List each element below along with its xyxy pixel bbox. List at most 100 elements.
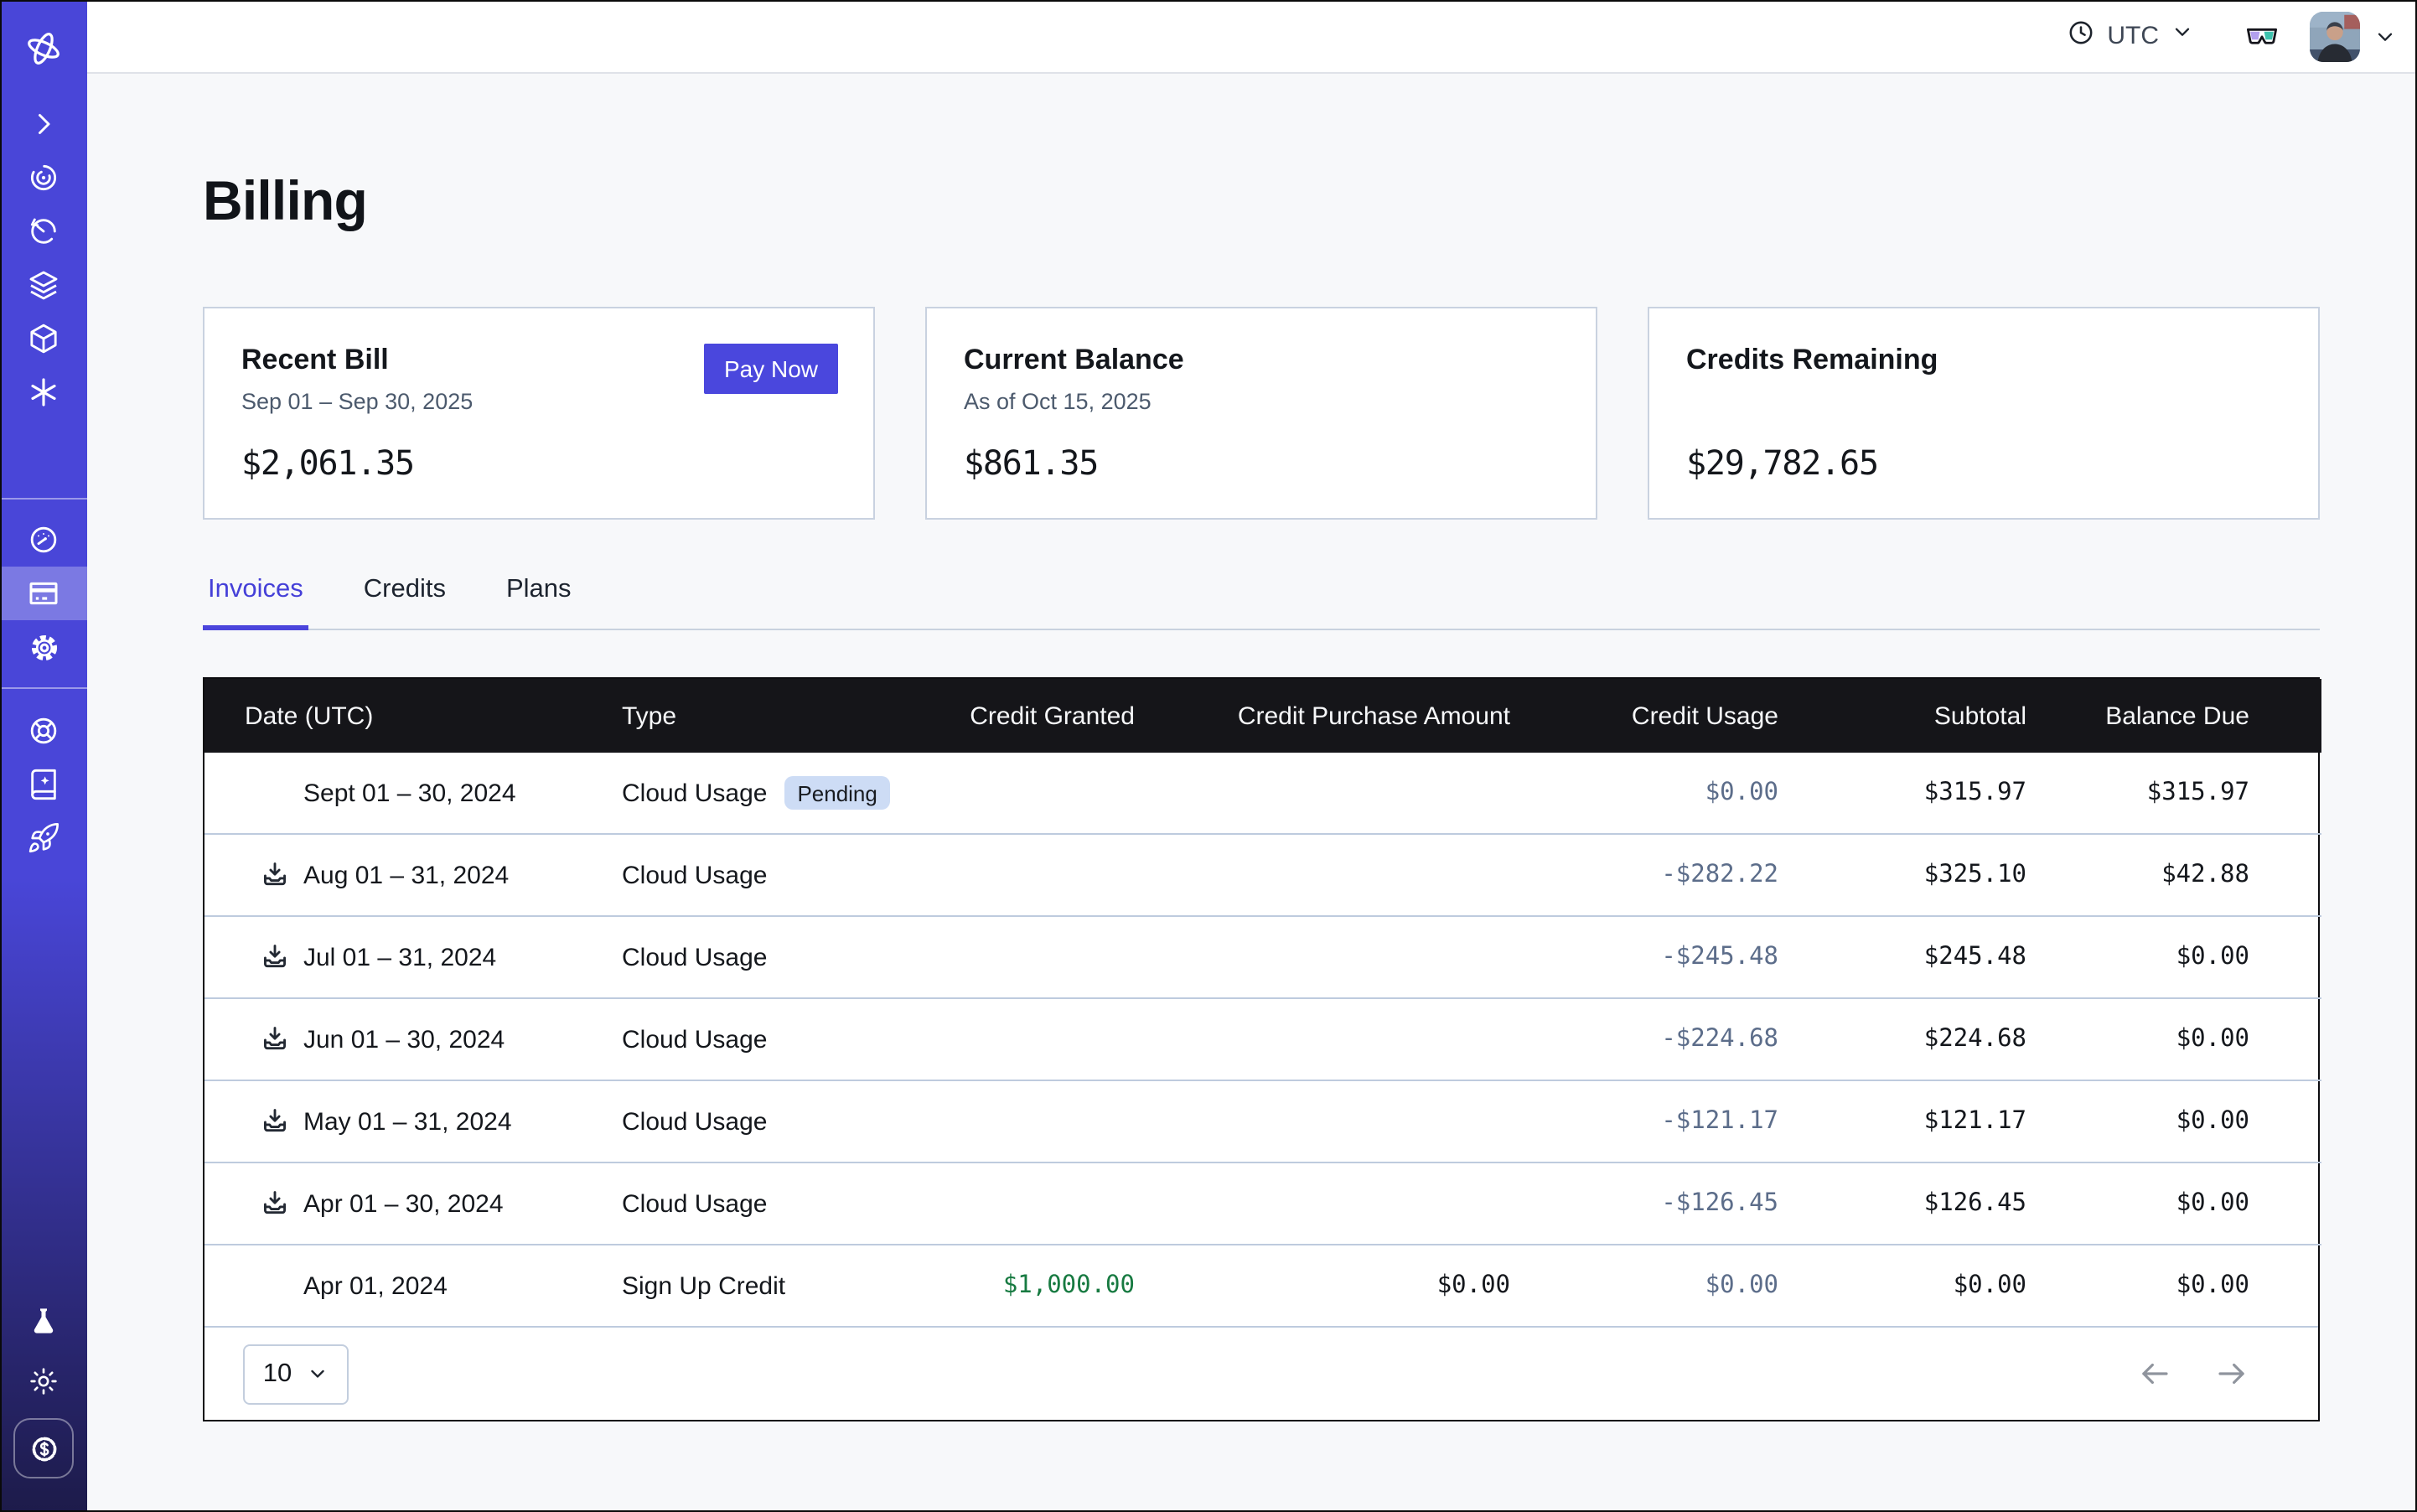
credit-purchase-amount: [1135, 1080, 1510, 1162]
download-invoice-icon[interactable]: [260, 942, 290, 972]
credit-granted: [934, 1080, 1135, 1162]
download-invoice-icon[interactable]: [260, 860, 290, 890]
credit-granted: $1,000.00: [934, 1245, 1135, 1326]
invoice-table-head: Date (UTC)TypeCredit GrantedCredit Purch…: [204, 679, 2321, 753]
sidebar-item-theme[interactable]: [0, 1354, 87, 1408]
page-size-value: 10: [263, 1359, 292, 1389]
table-row: Jun 01 – 30, 2024Cloud Usage-$224.68$224…: [204, 998, 2321, 1080]
balance-due: $0.00: [2026, 998, 2321, 1080]
sidebar-item-quickstart[interactable]: [0, 811, 87, 865]
sidebar-item-cube[interactable]: [0, 312, 87, 365]
invoice-date: Aug 01 – 31, 2024: [303, 861, 509, 889]
credit-granted: [934, 753, 1135, 834]
current-balance-asof: As of Oct 15, 2025: [964, 389, 1559, 414]
column-header: Subtotal: [1778, 679, 2026, 753]
invoice-type: Cloud Usage: [622, 861, 767, 889]
credit-granted: [934, 834, 1135, 916]
credit-usage: -$245.48: [1510, 916, 1778, 998]
invoice-date: Sept 01 – 30, 2024: [303, 779, 516, 807]
download-invoice-icon[interactable]: [260, 1024, 290, 1054]
summary-cards: Recent Bill Sep 01 – Sep 30, 2025 $2,061…: [203, 307, 2320, 520]
recent-bill-card: Recent Bill Sep 01 – Sep 30, 2025 $2,061…: [203, 307, 875, 520]
sidebar-item-support[interactable]: [0, 704, 87, 758]
3d-glasses-icon[interactable]: [2244, 18, 2280, 54]
column-header: Date (UTC): [204, 679, 622, 753]
sidebar-item-labs[interactable]: [0, 1296, 87, 1349]
invoice-type: Cloud Usage: [622, 779, 767, 807]
credit-usage: -$224.68: [1510, 998, 1778, 1080]
subtotal: $325.10: [1778, 834, 2026, 916]
download-invoice-icon[interactable]: [260, 1188, 290, 1219]
credit-purchase-amount: [1135, 1162, 1510, 1245]
clock-icon: [2067, 18, 2095, 54]
credit-granted: [934, 916, 1135, 998]
account-menu-chevron-icon[interactable]: [2373, 24, 2397, 48]
tab-credits[interactable]: Credits: [359, 575, 451, 630]
next-page-button[interactable]: [2211, 1354, 2251, 1394]
previous-page-button[interactable]: [2134, 1354, 2174, 1394]
tab-invoices[interactable]: Invoices: [203, 575, 308, 630]
sidebar-item-history[interactable]: [0, 205, 87, 258]
subtotal: $224.68: [1778, 998, 2026, 1080]
page-size-select[interactable]: 10: [243, 1344, 349, 1404]
invoice-date: May 01 – 31, 2024: [303, 1107, 512, 1136]
table-row: Aug 01 – 31, 2024 Cloud Usage -$282.22$325…: [204, 834, 2321, 916]
table-row: Apr 01 – 30, 2024Cloud Usage-$126.45$126…: [204, 1162, 2321, 1245]
subtotal: $0.00: [1778, 1245, 2026, 1326]
invoice-date: Jul 01 – 31, 2024: [303, 943, 496, 971]
sidebar-credits-badge-button[interactable]: [13, 1418, 74, 1478]
column-header: Type: [622, 679, 934, 753]
app-logo-icon[interactable]: [0, 0, 87, 97]
credit-purchase-amount: [1135, 916, 1510, 998]
subtotal: $245.48: [1778, 916, 2026, 998]
sidebar-item-usage[interactable]: [0, 513, 87, 567]
subtotal: $126.45: [1778, 1162, 2026, 1245]
invoice-date: Apr 01, 2024: [303, 1271, 448, 1300]
sidebar-item-layers[interactable]: [0, 258, 87, 312]
credit-purchase-amount: [1135, 834, 1510, 916]
user-avatar[interactable]: [2310, 11, 2360, 61]
balance-due: $0.00: [2026, 1080, 2321, 1162]
sidebar: [0, 0, 87, 1512]
table-row: Apr 01, 2024Sign Up Credit$1,000.00$0.00…: [204, 1245, 2321, 1326]
sidebar-divider: [0, 498, 87, 500]
sidebar-item-docs[interactable]: [0, 758, 87, 811]
page-title: Billing: [203, 169, 2417, 233]
invoice-type: Cloud Usage: [622, 943, 767, 971]
table-footer: 10: [204, 1326, 2318, 1420]
invoice-date: Apr 01 – 30, 2024: [303, 1189, 504, 1218]
sidebar-spacer: [0, 865, 87, 1296]
balance-due: $315.97: [2026, 753, 2321, 834]
pay-now-button[interactable]: Pay Now: [704, 344, 838, 394]
sidebar-divider: [0, 687, 87, 689]
balance-due: $0.00: [2026, 916, 2321, 998]
sidebar-item-settings[interactable]: [0, 620, 87, 674]
invoices-table: Date (UTC)TypeCredit GrantedCredit Purch…: [203, 677, 2320, 1421]
timezone-label: UTC: [2107, 22, 2159, 50]
download-invoice-icon[interactable]: [260, 1106, 290, 1137]
invoice-table-body: Sept 01 – 30, 2024 Cloud Usage Pending $0.0…: [204, 753, 2321, 1326]
current-balance-title: Current Balance: [964, 344, 1559, 377]
credits-remaining-title: Credits Remaining: [1686, 344, 2281, 377]
sidebar-expand-icon[interactable]: [0, 97, 87, 151]
invoice-type: Cloud Usage: [622, 1107, 767, 1136]
table-row: Sept 01 – 30, 2024Cloud UsagePending$0.0…: [204, 753, 2321, 834]
credits-remaining-card: Credits Remaining $29,782.65: [1648, 307, 2320, 520]
column-header: Credit Granted: [934, 679, 1135, 753]
table-row: May 01 – 31, 2024Cloud Usage-$121.17$121…: [204, 1080, 2321, 1162]
timezone-selector[interactable]: UTC: [2067, 18, 2194, 54]
sidebar-item-services[interactable]: [0, 365, 87, 419]
credit-usage: $0.00: [1510, 1245, 1778, 1326]
status-badge: Pending: [784, 776, 890, 810]
chevron-down-icon: [2171, 20, 2194, 52]
credit-usage: -$282.22: [1510, 834, 1778, 916]
sidebar-item-monitor[interactable]: [0, 151, 87, 205]
billing-tabs: Invoices Credits Plans: [203, 575, 2320, 630]
topbar: UTC: [87, 0, 2417, 74]
pagination-controls: [2134, 1354, 2251, 1394]
invoice-date: Jun 01 – 30, 2024: [303, 1025, 505, 1054]
tab-plans[interactable]: Plans: [501, 575, 577, 630]
sidebar-item-billing[interactable]: [0, 567, 87, 620]
current-balance-card: Current Balance As of Oct 15, 2025 $861.…: [925, 307, 1597, 520]
table-row: Jul 01 – 31, 2024 Cloud Usage -$245.48$245…: [204, 916, 2321, 998]
